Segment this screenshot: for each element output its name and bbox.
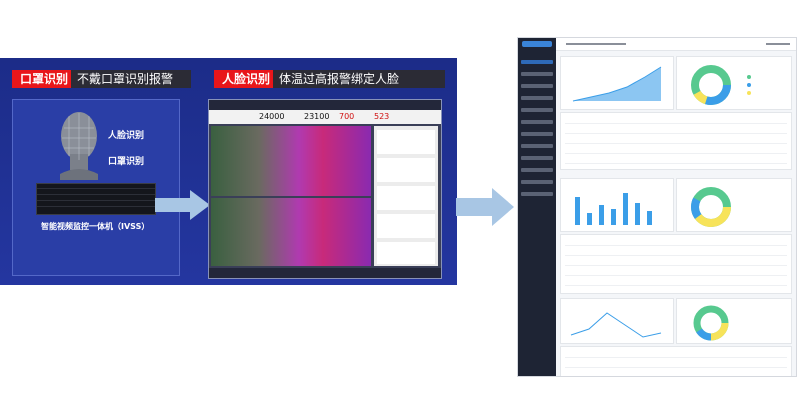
mask-caption: 不戴口罩识别报警: [71, 70, 191, 88]
sidebar-item[interactable]: [521, 132, 553, 136]
mask-label: 口罩识别: [108, 157, 145, 167]
sidebar-item[interactable]: [521, 60, 553, 64]
area-chart-card: [560, 56, 674, 110]
sidebar-item[interactable]: [521, 84, 553, 88]
list-item: [377, 186, 435, 210]
face-recognition-tag-label: 人脸识别: [222, 72, 271, 86]
face-label: 人脸识别: [108, 131, 145, 141]
arrow-right-icon: [155, 190, 210, 220]
face-recognition-tag: 人脸识别: [214, 70, 279, 88]
face-caption-label: 体温过高报警绑定人脸: [279, 72, 400, 86]
sidebar-item[interactable]: [521, 156, 553, 160]
stat-alarm: 523: [374, 112, 390, 121]
sidebar-item[interactable]: [521, 144, 553, 148]
stat-total: 24000: [259, 112, 285, 121]
donut-card: [676, 178, 792, 232]
stat-abnormal: 700: [339, 112, 355, 121]
donut-card: [676, 298, 792, 344]
donut-chart: [693, 305, 729, 341]
list-item: [377, 158, 435, 182]
sidebar-item[interactable]: [521, 192, 553, 196]
thermal-toolbar: [209, 100, 441, 110]
list-item: [377, 214, 435, 238]
bar-chart-card: [560, 178, 674, 232]
mask-recognition-tag: 口罩识别: [12, 70, 77, 88]
arrow-right-icon: [456, 188, 514, 226]
donut-card: [676, 56, 792, 110]
line-chart: [570, 312, 662, 338]
device-caption: 智能视频监控一体机（IVSS）: [41, 222, 150, 231]
sidebar-item[interactable]: [521, 120, 553, 124]
table-card: [560, 112, 792, 170]
donut-chart: [691, 187, 731, 227]
sidebar-item[interactable]: [521, 96, 553, 100]
sidebar-item[interactable]: [521, 180, 553, 184]
line-chart-card: [560, 298, 674, 344]
thermal-stats-bar: 24000 23100 700 523: [209, 110, 441, 124]
sidebar-item[interactable]: [521, 72, 553, 76]
alarm-list: [374, 126, 438, 266]
thermal-view-top: [211, 126, 371, 196]
table-card: [560, 234, 792, 294]
dashboard-sidebar: [518, 38, 556, 376]
mask-caption-label: 不戴口罩识别报警: [77, 72, 174, 86]
stat-normal: 23100: [304, 112, 330, 121]
sidebar-item[interactable]: [521, 168, 553, 172]
donut-chart: [691, 65, 751, 105]
mannequin-head-icon: [60, 112, 98, 180]
dashboard-screenshot: [517, 37, 797, 377]
face-caption: 体温过高报警绑定人脸: [273, 70, 445, 88]
list-item: [377, 130, 435, 154]
sidebar-logo: [522, 41, 552, 47]
thermal-camera-screenshot: 24000 23100 700 523: [208, 99, 442, 279]
dashboard-header: [556, 38, 796, 51]
list-item: [377, 242, 435, 264]
area-chart: [572, 66, 662, 102]
thermal-footer: [209, 268, 441, 278]
server-device-icon: [36, 183, 156, 215]
table-card: [560, 346, 792, 376]
mask-recognition-tag-label: 口罩识别: [20, 72, 69, 86]
sidebar-item[interactable]: [521, 108, 553, 112]
thermal-view-bottom: [211, 198, 371, 266]
bar-chart: [575, 193, 652, 225]
